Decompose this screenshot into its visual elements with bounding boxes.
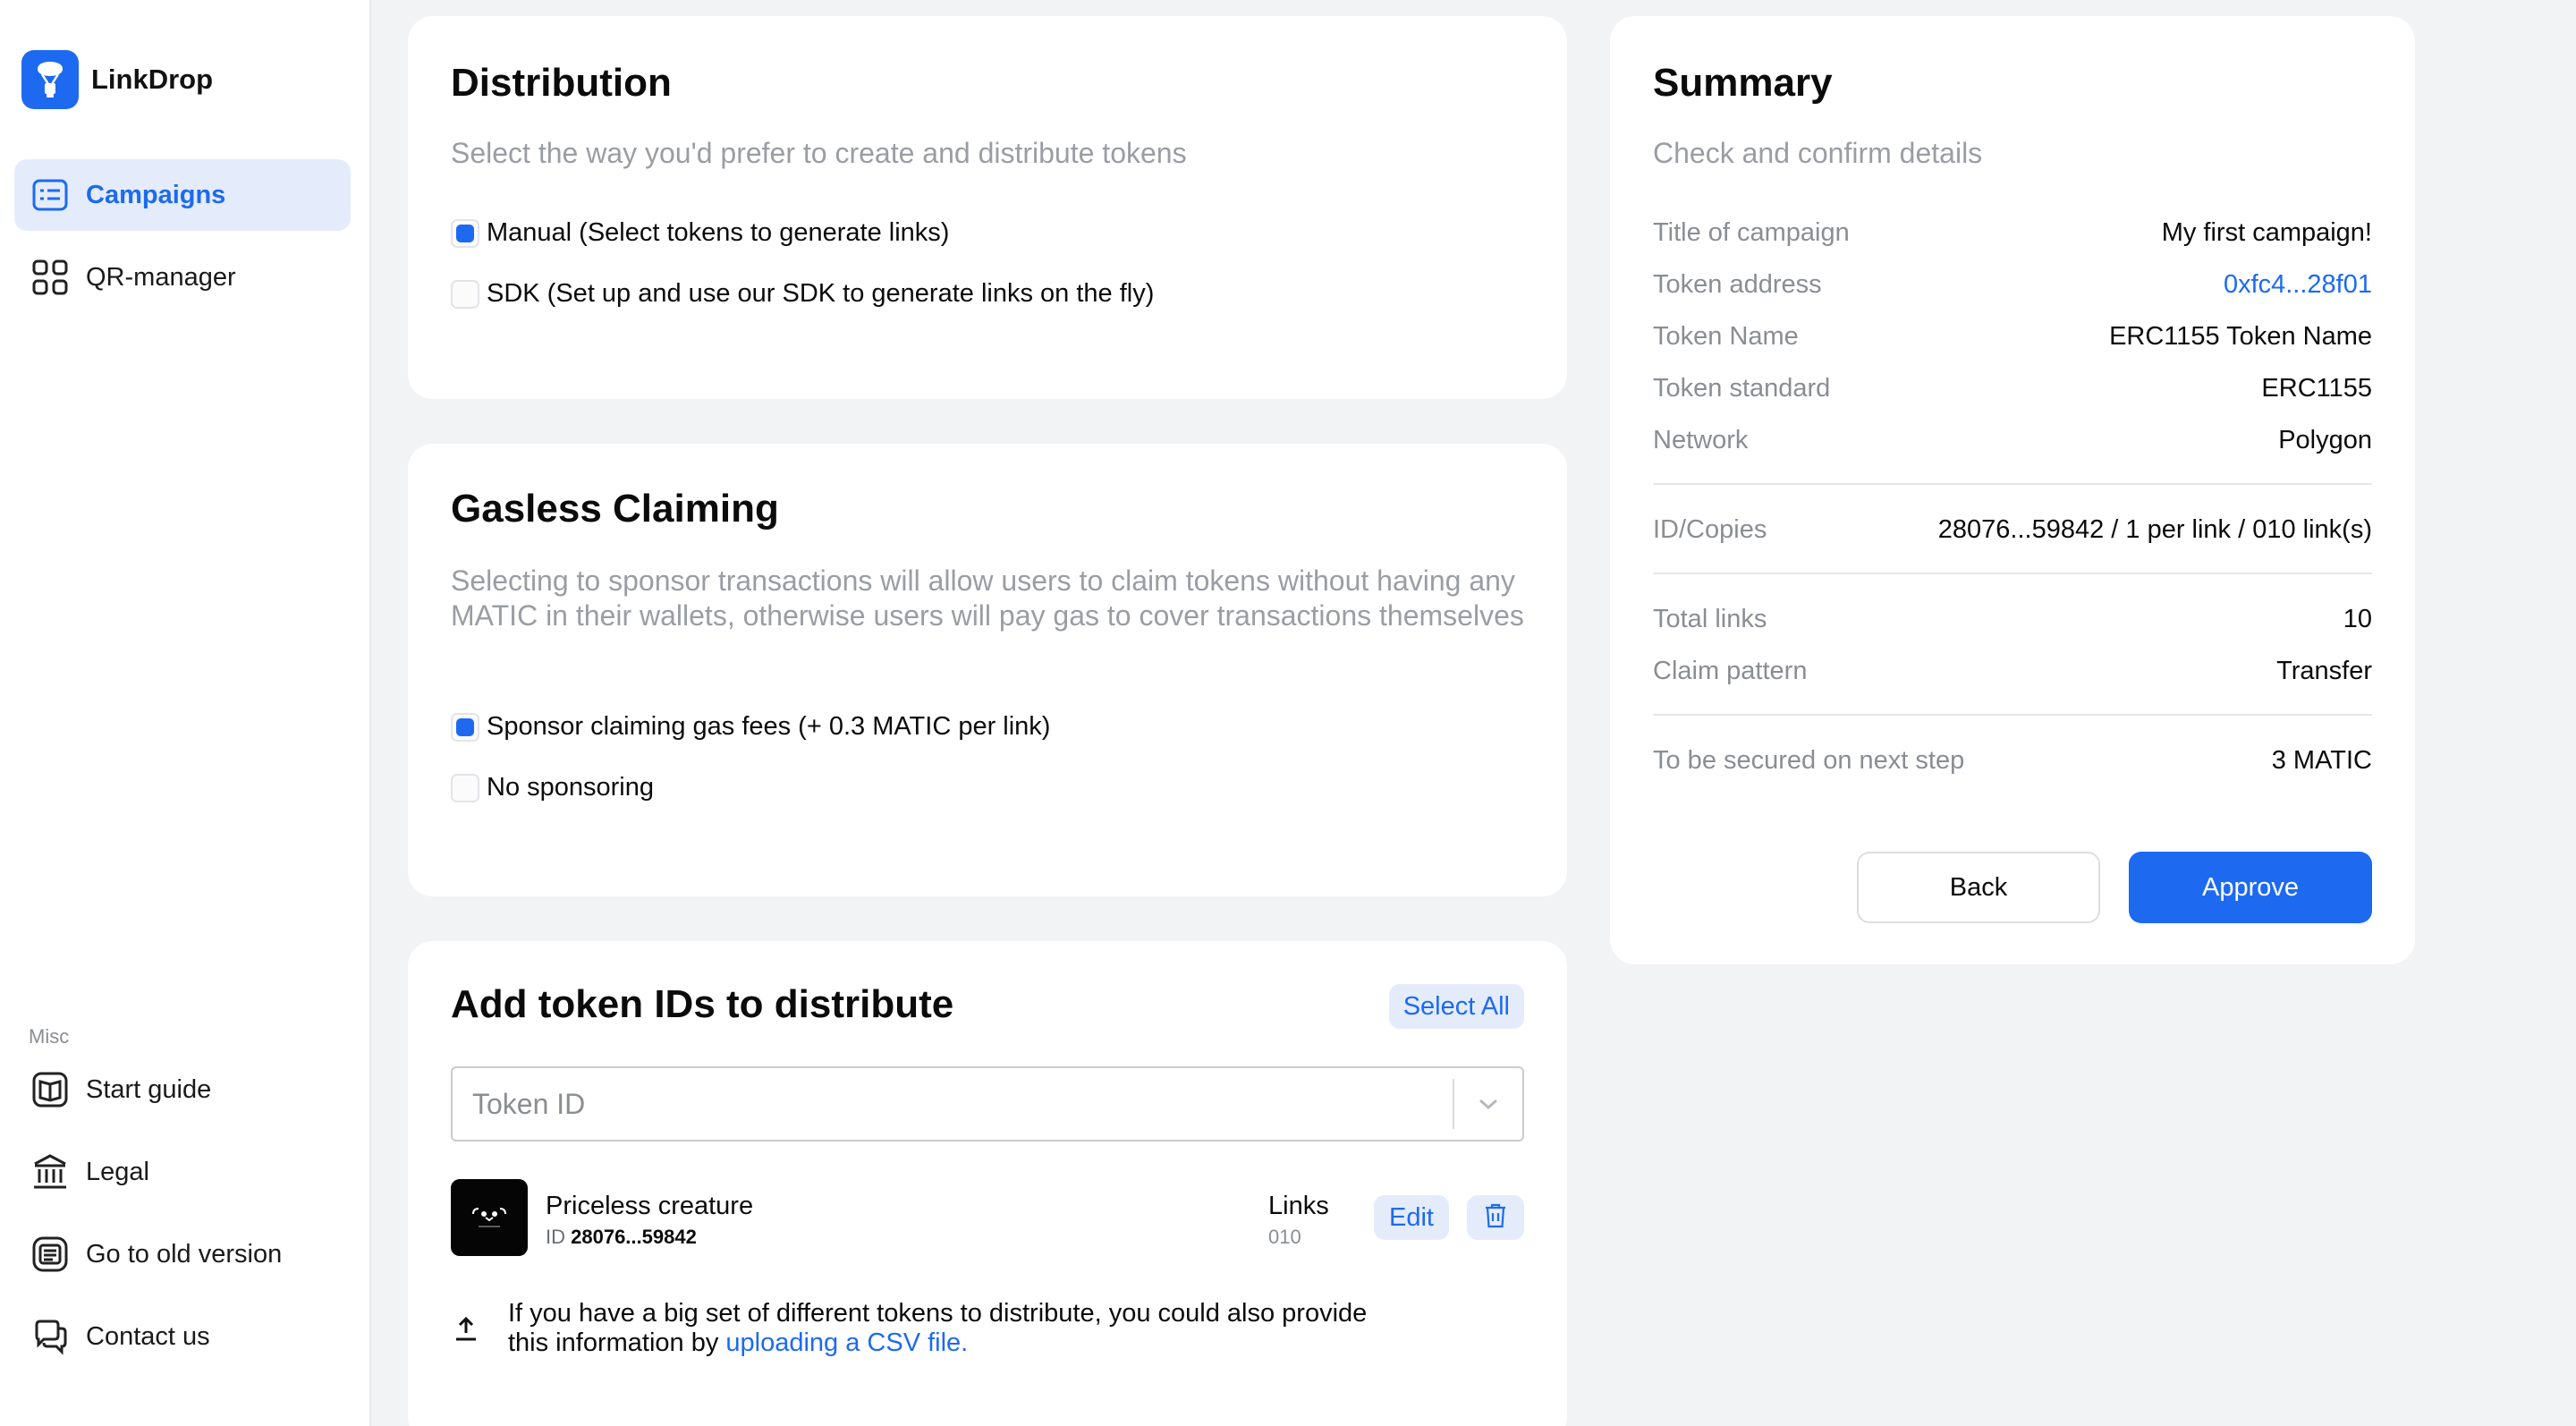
token-ids-title: Add token IDs to distribute [451, 982, 954, 1026]
option-label: SDK (Set up and use our SDK to generate … [487, 279, 1155, 308]
logo[interactable]: LinkDrop [21, 50, 213, 109]
summary-row-claim-pattern: Claim pattern Transfer [1653, 656, 2372, 685]
csv-upload-hint: If you have a big set of different token… [451, 1299, 1524, 1358]
upload-icon [451, 1299, 481, 1358]
gasless-option-no-sponsoring[interactable]: No sponsoring [451, 773, 654, 802]
linkdrop-logo-icon [21, 50, 79, 109]
summary-title: Summary [1653, 61, 1833, 105]
sidebar-item-qr-manager[interactable]: QR-manager [14, 242, 351, 313]
sidebar-item-start-guide[interactable]: Start guide [14, 1054, 351, 1125]
token-id-select[interactable]: Token ID [451, 1066, 1524, 1142]
sidebar-item-label: Campaigns [86, 180, 226, 209]
summary-divider [1653, 573, 2372, 574]
radio-checked[interactable] [451, 218, 479, 248]
sidebar-item-label: Contact us [86, 1321, 210, 1351]
summary-row-secured: To be secured on next step 3 MATIC [1653, 745, 2372, 775]
upload-csv-link[interactable]: uploading a CSV file. [725, 1328, 968, 1357]
summary-row-total-links: Total links 10 [1653, 604, 2372, 633]
campaigns-icon [30, 175, 70, 215]
gasless-card: Gasless Claiming Selecting to sponsor tr… [408, 444, 1567, 896]
csv-text: If you have a big set of different token… [508, 1299, 1368, 1357]
back-button[interactable]: Back [1857, 852, 2100, 923]
gasless-title: Gasless Claiming [451, 487, 779, 531]
sidebar: LinkDrop Campaigns QR-manager Misc Start… [0, 0, 371, 1426]
sidebar-item-campaigns[interactable]: Campaigns [14, 159, 351, 231]
distribution-option-manual[interactable]: Manual (Select tokens to generate links) [451, 218, 949, 248]
bank-icon [30, 1152, 70, 1192]
option-label: No sponsoring [487, 773, 654, 802]
summary-card: Summary Check and confirm details Title … [1610, 16, 2415, 964]
sidebar-item-label: Go to old version [86, 1239, 283, 1269]
approve-button[interactable]: Approve [2129, 852, 2372, 923]
token-thumbnail [451, 1179, 528, 1256]
links-value: 010 [1268, 1226, 1301, 1248]
sidebar-item-label: Start guide [86, 1074, 212, 1104]
summary-row-token-standard: Token standard ERC1155 [1653, 373, 2372, 403]
trash-icon [1484, 1202, 1507, 1234]
gasless-subtitle: Selecting to sponsor transactions will a… [451, 564, 1524, 632]
qr-icon [30, 258, 70, 297]
sidebar-item-contact-us[interactable]: Contact us [14, 1301, 351, 1372]
distribution-card: Distribution Select the way you'd prefer… [408, 16, 1567, 399]
document-icon [30, 1235, 70, 1274]
misc-section-label: Misc [29, 1025, 70, 1048]
gasless-option-sponsor[interactable]: Sponsor claiming gas fees (+ 0.3 MATIC p… [451, 712, 1050, 742]
summary-row-token-name: Token Name ERC1155 Token Name [1653, 321, 2372, 351]
chat-icon [30, 1317, 70, 1356]
token-id: ID 28076...59842 [546, 1226, 697, 1248]
token-list-item: Priceless creature ID 28076...59842 Link… [451, 1179, 1524, 1256]
edit-button[interactable]: Edit [1374, 1195, 1449, 1240]
summary-row-token-address: Token address 0xfc4...28f01 [1653, 269, 2372, 300]
sidebar-item-legal[interactable]: Legal [14, 1136, 351, 1208]
option-label: Manual (Select tokens to generate links) [487, 218, 950, 247]
distribution-title: Distribution [451, 61, 672, 105]
links-label: Links [1268, 1192, 1329, 1220]
distribution-subtitle: Select the way you'd prefer to create an… [451, 137, 1187, 169]
sidebar-item-label: QR-manager [86, 262, 236, 292]
token-name: Priceless creature [546, 1192, 754, 1220]
summary-row-id-copies: ID/Copies 28076...59842 / 1 per link / 01… [1653, 514, 2372, 544]
token-address-link[interactable]: 0xfc4...28f01 [2224, 270, 2372, 300]
summary-row-network: Network Polygon [1653, 425, 2372, 454]
chevron-down-icon[interactable] [1454, 1066, 1522, 1142]
token-ids-card: Add token IDs to distribute Select All T… [408, 941, 1567, 1426]
radio-unchecked[interactable] [451, 279, 479, 309]
radio-checked[interactable] [451, 712, 479, 742]
summary-subtitle: Check and confirm details [1653, 137, 1983, 169]
summary-divider [1653, 483, 2372, 485]
summary-divider [1653, 714, 2372, 716]
option-label: Sponsor claiming gas fees (+ 0.3 MATIC p… [487, 712, 1051, 741]
distribution-option-sdk[interactable]: SDK (Set up and use our SDK to generate … [451, 279, 1154, 309]
summary-row-title: Title of campaign My first campaign! [1653, 217, 2372, 247]
delete-button[interactable] [1467, 1195, 1524, 1240]
radio-unchecked[interactable] [451, 773, 479, 802]
token-id-placeholder: Token ID [472, 1087, 586, 1120]
sidebar-item-label: Legal [86, 1157, 149, 1186]
book-icon [30, 1070, 70, 1109]
sidebar-item-old-version[interactable]: Go to old version [14, 1218, 351, 1290]
app-name: LinkDrop [91, 64, 214, 95]
select-all-button[interactable]: Select All [1388, 984, 1524, 1029]
